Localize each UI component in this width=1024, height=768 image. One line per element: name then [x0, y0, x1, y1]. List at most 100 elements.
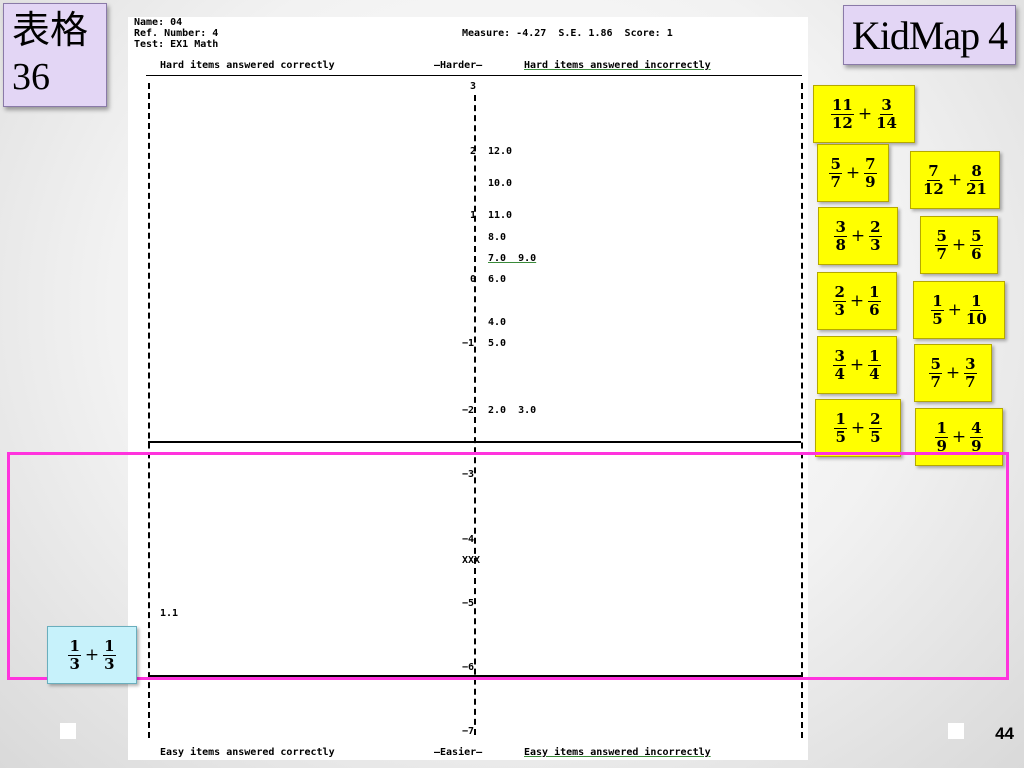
tick-label: −1 — [462, 338, 475, 349]
denominator: 3 — [870, 235, 881, 254]
numerator: 7 — [927, 161, 940, 181]
tick-label: −7 — [462, 726, 475, 737]
denominator: 5 — [932, 309, 943, 328]
item-label: 8.0 — [488, 232, 507, 243]
numerator: 3 — [880, 95, 893, 115]
denominator: 9 — [865, 172, 876, 191]
fraction-card: 7 12 + 8 21 — [910, 151, 1000, 209]
fraction-card: 57 + 37 — [914, 344, 992, 402]
slide-title-box: 表格 36 — [3, 3, 107, 107]
item-label: 7.0 9.0 — [488, 253, 537, 264]
plus-sign: + — [850, 226, 866, 246]
numerator: 5 — [935, 226, 948, 246]
tick-label: −2 — [462, 405, 475, 416]
fraction-card-highlighted: 13 + 13 — [47, 626, 137, 684]
denominator: 7 — [965, 372, 976, 391]
plus-sign: + — [845, 163, 861, 183]
denominator: 7 — [936, 244, 947, 263]
numerator: 5 — [829, 154, 842, 174]
denominator: 4 — [869, 364, 880, 383]
numerator: 11 — [831, 95, 854, 115]
tick-label: 3 — [470, 81, 477, 92]
numerator: 3 — [833, 346, 846, 366]
numerator: 1 — [931, 291, 944, 311]
denominator: 8 — [835, 235, 846, 254]
header-test: Test: EX1 Math — [134, 39, 219, 50]
plus-sign: + — [849, 355, 865, 375]
upper-separator — [148, 441, 801, 443]
item-label: 2.0 3.0 — [488, 405, 537, 416]
heading-easy-incorrect: Easy items answered incorrectly — [524, 747, 711, 758]
decorative-square — [60, 723, 76, 739]
fraction-card: 15 + 1 10 — [913, 281, 1005, 339]
denominator: 12 — [923, 179, 944, 198]
plus-sign: + — [849, 291, 865, 311]
denominator: 21 — [966, 179, 987, 198]
denominator: 3 — [834, 300, 845, 319]
denominator: 7 — [830, 172, 841, 191]
item-label: 5.0 — [488, 338, 507, 349]
denominator: 14 — [876, 113, 897, 132]
denominator: 5 — [870, 427, 881, 446]
plus-sign: + — [951, 427, 967, 447]
decorative-square — [948, 723, 964, 739]
page-number: 44 — [995, 724, 1014, 743]
denominator: 10 — [965, 309, 987, 328]
top-rule — [146, 75, 802, 76]
plus-sign: + — [84, 645, 100, 665]
kidmap-label: KidMap 4 — [851, 13, 1008, 58]
numerator: 2 — [869, 409, 882, 429]
plus-sign: + — [850, 418, 866, 438]
numerator: 1 — [103, 636, 116, 656]
header-measure: Measure: -4.27 S.E. 1.86 Score: 1 — [462, 28, 673, 39]
heading-easy-correct: Easy items answered correctly — [160, 747, 335, 758]
tick-label: 1 — [470, 210, 477, 221]
heading-harder: —Harder— — [434, 60, 483, 71]
denominator: 7 — [930, 372, 941, 391]
denominator: 6 — [869, 300, 880, 319]
highlight-rectangle — [7, 452, 1009, 680]
item-label: 6.0 — [488, 274, 507, 285]
plus-sign: + — [857, 104, 873, 124]
fraction-card: 57 + 79 — [817, 144, 889, 202]
numerator: 8 — [970, 161, 983, 181]
header-name: Name: 04 — [134, 17, 183, 28]
fraction-card: 57 + 56 — [920, 216, 998, 274]
item-label: 12.0 — [488, 146, 513, 157]
numerator: 1 — [868, 346, 881, 366]
numerator: 5 — [929, 354, 942, 374]
plus-sign: + — [945, 363, 961, 383]
numerator: 2 — [833, 282, 846, 302]
heading-hard-correct: Hard items answered correctly — [160, 60, 335, 71]
item-label: 10.0 — [488, 178, 513, 189]
denominator: 12 — [832, 113, 853, 132]
heading-hard-incorrect: Hard items answered incorrectly — [524, 60, 711, 71]
numerator: 5 — [970, 226, 983, 246]
heading-easier: —Easier— — [434, 747, 483, 758]
tick-label: 0 — [470, 274, 477, 285]
denominator: 6 — [971, 244, 982, 263]
header-ref: Ref. Number: 4 — [134, 28, 219, 39]
item-label: 11.0 — [488, 210, 513, 221]
numerator: 2 — [869, 217, 882, 237]
fraction-card: 23 + 16 — [817, 272, 897, 330]
numerator: 1 — [834, 409, 847, 429]
fraction-card: 11 12 + 3 14 — [813, 85, 915, 143]
fraction-card: 34 + 14 — [817, 336, 897, 394]
denominator: 3 — [104, 654, 115, 673]
plus-sign: + — [947, 300, 962, 320]
numerator: 1 — [935, 418, 948, 438]
denominator: 5 — [835, 427, 846, 446]
denominator: 4 — [834, 364, 845, 383]
numerator: 3 — [964, 354, 977, 374]
plus-sign: + — [951, 235, 967, 255]
kidmap-label-box: KidMap 4 — [843, 5, 1016, 65]
numerator: 4 — [970, 418, 983, 438]
plus-sign: + — [947, 170, 963, 190]
tick-label: 2 — [470, 146, 477, 157]
numerator: 1 — [68, 636, 81, 656]
numerator: 7 — [864, 154, 877, 174]
numerator: 3 — [834, 217, 847, 237]
fraction-card: 15 + 25 — [815, 399, 901, 457]
numerator: 1 — [970, 291, 983, 311]
